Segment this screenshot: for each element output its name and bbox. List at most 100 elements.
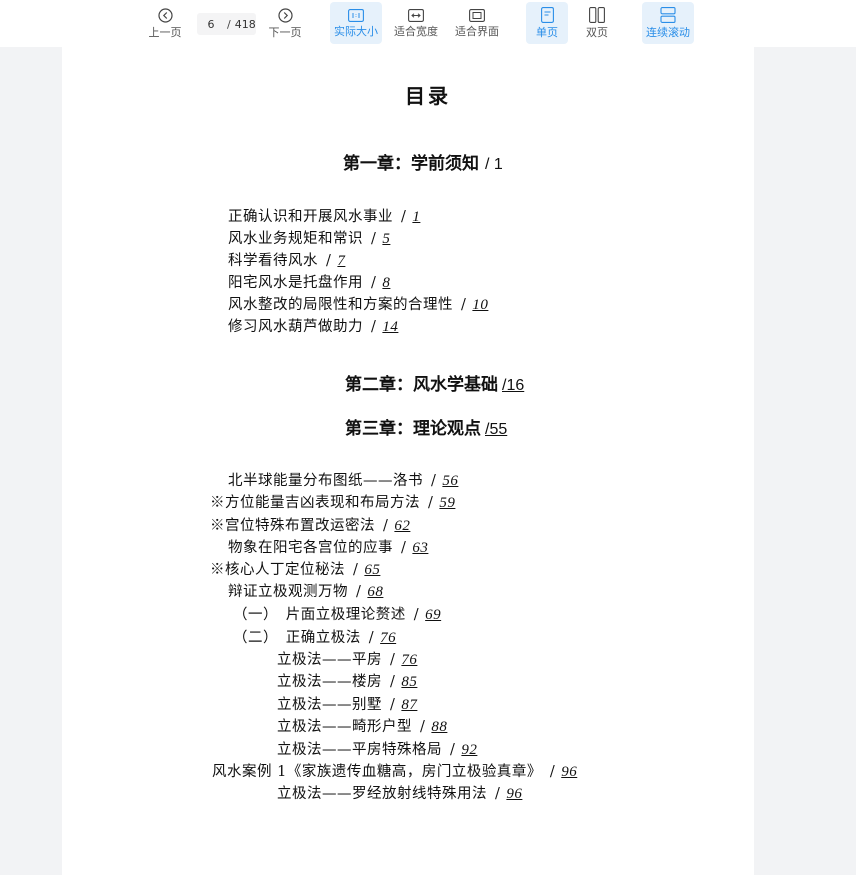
chapter-3-entry-8[interactable]: （二） 正确立极法 / 76 xyxy=(233,626,398,647)
toc-entry-page: 10 xyxy=(472,297,489,313)
fit-width-label: 适合宽度 xyxy=(394,24,438,38)
chapter-2-title: 第二章：风水学基础 xyxy=(345,375,498,395)
continuous-scroll-icon xyxy=(660,7,676,23)
toc-entry-text: ※核心人丁定位秘法 xyxy=(210,562,345,578)
toc-entry-text: 阳宅风水是托盘作用 xyxy=(228,275,363,291)
toc-entry-text: 立极法——畸形户型 xyxy=(277,719,412,735)
chapter-1-entry-5[interactable]: 风水整改的局限性和方案的合理性 / 10 xyxy=(228,293,490,314)
chapter-3-entry-14[interactable]: 风水案例 1《家族遗传血糖高，房门立极验真章》 / 96 xyxy=(212,760,579,781)
double-page-icon xyxy=(589,7,605,23)
actual-size-button[interactable]: 实际大小 xyxy=(330,2,382,44)
current-page-input[interactable]: 6 xyxy=(199,18,223,31)
fit-page-button[interactable]: 适合界面 xyxy=(452,2,502,44)
toc-entry-text: 修习风水葫芦做助力 xyxy=(228,319,363,335)
toc-entry-text: 立极法——平房特殊格局 xyxy=(277,742,442,758)
chapter-3-entry-10[interactable]: 立极法——楼房 / 85 xyxy=(277,670,419,691)
toc-entry-text: 立极法——别墅 xyxy=(277,697,382,713)
toc-entry-text: （一） 片面立极理论赘述 xyxy=(233,607,406,623)
toc-entry-slash: / xyxy=(326,253,332,269)
toc-entry-text: 辩证立极观测万物 xyxy=(228,584,348,600)
continuous-scroll-button[interactable]: 连续滚动 xyxy=(642,2,694,44)
toc-entry-slash: / xyxy=(356,584,362,600)
double-page-button[interactable]: 双页 xyxy=(576,2,618,44)
toc-entry-slash: / xyxy=(371,319,377,335)
toc-entry-slash: / xyxy=(368,630,375,646)
toc-entry-text: 风水业务规矩和常识 xyxy=(228,231,363,247)
toc-entry-page: 56 xyxy=(442,473,459,489)
chapter-1-title: 第一章：学前须知 xyxy=(343,154,479,174)
prev-page-label: 上一页 xyxy=(148,25,182,39)
chapter-3-entry-3[interactable]: ※宫位特殊布置改运密法 / 62 xyxy=(210,514,412,535)
toc-entry-page: 88 xyxy=(431,719,448,735)
toc-entry-page: 96 xyxy=(561,764,578,780)
chapter-3-entry-15[interactable]: 立极法——罗经放射线特殊用法 / 96 xyxy=(277,782,524,803)
chapter-3-entry-4[interactable]: 物象在阳宅各宫位的应事 / 63 xyxy=(228,536,430,557)
chapter-3-entry-12[interactable]: 立极法——畸形户型 / 88 xyxy=(277,715,449,736)
toc-entry-slash: / xyxy=(401,209,407,225)
page-separator: / xyxy=(227,17,231,31)
toc-entry-page: 63 xyxy=(412,540,429,556)
chapter-3-entry-1[interactable]: 北半球能量分布图纸——洛书 / 56 xyxy=(228,469,460,490)
chapter-3-entry-11[interactable]: 立极法——别墅 / 87 xyxy=(277,693,419,714)
chapter-1-entry-2[interactable]: 风水业务规矩和常识 / 5 xyxy=(228,227,400,248)
toc-entry-page: 76 xyxy=(401,652,418,668)
chapter-3-entry-7[interactable]: （一） 片面立极理论赘述 / 69 xyxy=(233,603,443,624)
toc-entry-slash: / xyxy=(390,674,396,690)
toc-entry-text: ※方位能量吉凶表现和布局方法 xyxy=(210,495,420,511)
toc-entry-text: 立极法——罗经放射线特殊用法 xyxy=(277,786,487,802)
chapter-3-entry-2[interactable]: ※方位能量吉凶表现和布局方法 / 59 xyxy=(210,491,457,512)
fit-width-button[interactable]: 适合宽度 xyxy=(391,2,441,44)
next-page-label: 下一页 xyxy=(268,25,302,39)
toc-entry-page: 69 xyxy=(425,607,442,623)
chapter-1-entry-6[interactable]: 修习风水葫芦做助力 / 14 xyxy=(228,315,400,336)
toc-entry-slash: / xyxy=(431,473,437,489)
toc-entry-slash: / xyxy=(371,231,377,247)
toc-title: 目录 xyxy=(405,84,451,108)
toc-entry-text: 立极法——楼房 xyxy=(277,674,382,690)
toc-entry-page: 62 xyxy=(394,518,411,534)
toc-entry-page: 65 xyxy=(364,562,381,578)
toc-entry-text: 科学看待风水 xyxy=(228,253,318,269)
total-pages: 418 xyxy=(234,17,256,31)
chapter-2-heading[interactable]: 第二章：风水学基础/16 xyxy=(345,370,524,395)
toc-entry-slash: / xyxy=(390,652,396,668)
continuous-scroll-label: 连续滚动 xyxy=(646,26,690,39)
chapter-3-heading[interactable]: 第三章：理论观点/55 xyxy=(345,414,507,439)
chapter-1-entry-1[interactable]: 正确认识和开展风水事业 / 1 xyxy=(228,205,430,226)
toc-entry-page: 14 xyxy=(382,319,399,335)
fit-page-icon xyxy=(469,8,485,22)
chapter-1-heading[interactable]: 第一章：学前须知 / 1 xyxy=(343,149,503,174)
single-page-label: 单页 xyxy=(536,26,558,39)
chapter-1-entry-3[interactable]: 科学看待风水 / 7 xyxy=(228,249,355,270)
actual-size-label: 实际大小 xyxy=(334,24,378,38)
toc-entry-page: 85 xyxy=(401,674,418,690)
chapter-3-entry-9[interactable]: 立极法——平房 / 76 xyxy=(277,648,419,669)
chapter-1-entry-4[interactable]: 阳宅风水是托盘作用 / 8 xyxy=(228,271,400,292)
toc-entry-text: ※宫位特殊布置改运密法 xyxy=(210,518,375,534)
toc-entry-text: 正确认识和开展风水事业 xyxy=(228,209,393,225)
toc-entry-text: 立极法——平房 xyxy=(277,652,382,668)
chapter-3-title: 第三章：理论观点 xyxy=(345,419,481,439)
chapter-3-entry-5[interactable]: ※核心人丁定位秘法 / 65 xyxy=(210,558,382,579)
single-page-icon xyxy=(540,7,554,23)
prev-page-button[interactable]: 上一页 xyxy=(145,2,185,44)
chapter-3-entry-6[interactable]: 辩证立极观测万物 / 68 xyxy=(228,580,385,601)
single-page-button[interactable]: 单页 xyxy=(526,2,568,44)
actual-size-icon xyxy=(348,8,364,22)
chevron-right-circle-icon xyxy=(277,7,293,23)
toc-entry-page: 8 xyxy=(382,275,391,291)
toc-entry-text: 北半球能量分布图纸——洛书 xyxy=(228,473,423,489)
toc-entry-page: 92 xyxy=(461,742,478,758)
page-number-field[interactable]: 6 / 418 xyxy=(197,13,256,35)
toc-entry-page: 76 xyxy=(380,630,397,646)
fit-width-icon xyxy=(408,8,424,22)
toc-entry-page: 7 xyxy=(337,253,346,269)
toc-entry-page: 87 xyxy=(401,697,418,713)
chapter-3-entry-13[interactable]: 立极法——平房特殊格局 / 92 xyxy=(277,738,479,759)
toc-entry-slash: / xyxy=(461,297,467,313)
toc-entry-slash: / xyxy=(353,562,359,578)
toc-entry-slash: / xyxy=(401,540,407,556)
next-page-button[interactable]: 下一页 xyxy=(265,2,305,44)
chevron-left-circle-icon xyxy=(157,7,173,23)
toc-entry-slash: / xyxy=(390,697,396,713)
